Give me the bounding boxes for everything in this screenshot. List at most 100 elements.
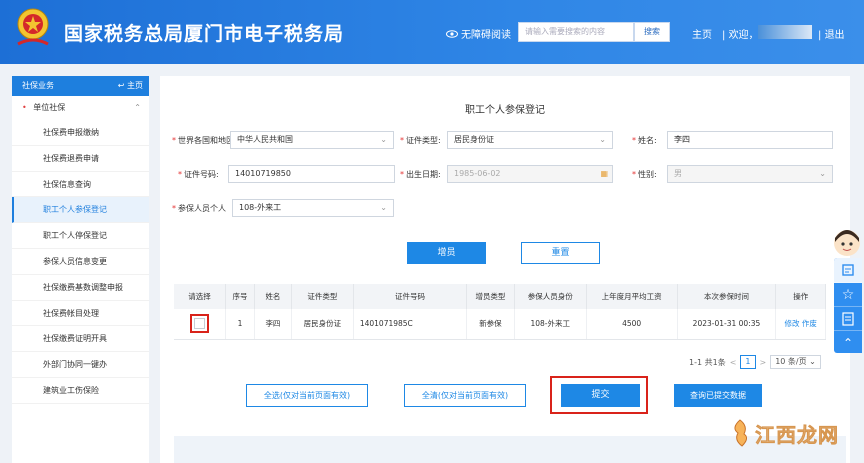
birth-label: 出生日期: xyxy=(406,169,441,179)
id-type-label: 证件类型: xyxy=(406,135,441,145)
float-back-to-top-button[interactable]: ⌃ xyxy=(834,331,862,355)
cell-actions: 修改 作废 xyxy=(775,309,826,340)
logout-link[interactable]: | 退出 xyxy=(818,26,845,41)
sidebar-item[interactable]: 职工个人参保登记 xyxy=(12,197,149,224)
cell-seq: 1 xyxy=(225,309,255,340)
cell-avg-wage: 4500 xyxy=(586,309,678,340)
cell-add-type: 新参保 xyxy=(466,309,515,340)
id-type-select[interactable]: 居民身份证 ⌄ xyxy=(447,131,613,149)
logout-label: 退出 xyxy=(824,30,845,41)
sidebar-item[interactable]: 社保费退费申请 xyxy=(12,146,149,172)
sidebar-item[interactable]: 社保费帐目处理 xyxy=(12,301,149,327)
site-title: 国家税务总局厦门市电子税务局 xyxy=(64,23,345,45)
sidebar-group-unit-social-security[interactable]: • 单位社保 ⌃ xyxy=(12,96,149,120)
nav-home-link[interactable]: 主页 xyxy=(692,26,712,41)
watermark-text: 江西龙网 xyxy=(755,422,839,447)
sidebar-item[interactable]: 社保费申报缴纳 xyxy=(12,120,149,146)
col-id-no: 证件号码 xyxy=(353,284,468,309)
cell-id-type: 居民身份证 xyxy=(291,309,354,340)
col-seq: 序号 xyxy=(225,284,255,309)
birth-date-input[interactable]: 1985-06-02 ▦ xyxy=(447,165,613,183)
page-1-button[interactable]: 1 xyxy=(740,355,756,369)
clear-all-button[interactable]: 全清(仅对当前页面有效) xyxy=(404,384,526,407)
sidebar-item[interactable]: 社保缴费证明开具 xyxy=(12,326,149,353)
float-favorite-button[interactable]: ☆ xyxy=(834,283,862,307)
birth-field-label: * 出生日期: xyxy=(400,165,441,183)
form-icon xyxy=(842,311,854,326)
eye-icon xyxy=(446,29,458,38)
calendar-icon: ▦ xyxy=(600,169,608,178)
reset-button[interactable]: 重置 xyxy=(521,242,600,264)
id-number-input[interactable]: 14010719850 xyxy=(228,165,395,183)
chevron-down-icon: ⌄ xyxy=(599,135,606,144)
star-icon: ☆ xyxy=(841,286,855,303)
sidebar-item[interactable]: 参保人员信息变更 xyxy=(12,249,149,275)
search-input[interactable]: 请输入需要搜索的内容 xyxy=(518,22,634,42)
checkbox-highlight xyxy=(190,314,210,334)
pagination: 1-1 共1条 < 1 > 10 条/页 ⌄ xyxy=(689,354,821,370)
sidebar-item-list: 社保费申报缴纳 社保费退费申请 社保信息查询 职工个人参保登记 职工个人停保登记 参保人员… xyxy=(12,120,149,404)
tax-emblem-logo xyxy=(17,8,49,46)
void-link[interactable]: 作废 xyxy=(802,319,817,328)
bullet-icon: • xyxy=(22,103,27,112)
main-panel: 职工个人参保登记 * 世界各国和地区 中华人民共和国 ⌄ * 证件类型: 居民身… xyxy=(160,76,850,463)
id-no-field-label: * 证件号码: xyxy=(178,165,219,183)
pager-summary: 1-1 共1条 xyxy=(689,357,726,367)
float-chat-button[interactable] xyxy=(834,258,862,283)
next-page-button[interactable]: > xyxy=(760,358,767,367)
sidebar-item[interactable]: 社保信息查询 xyxy=(12,172,149,198)
assistant-avatar-icon[interactable] xyxy=(832,228,862,258)
chevron-up-icon: ⌃ xyxy=(842,336,854,350)
col-actions: 操作 xyxy=(775,284,826,309)
required-mark: * xyxy=(172,135,176,145)
reply-icon: ↩ xyxy=(117,81,125,90)
chevron-down-icon: ⌄ xyxy=(380,203,387,212)
insured-type-label: 参保人员个人 xyxy=(178,203,226,213)
welcome-text: 欢迎， xyxy=(728,30,759,41)
accessibility-link[interactable]: 无障碍阅读 xyxy=(446,26,511,41)
page-size-select[interactable]: 10 条/页 ⌄ xyxy=(770,355,821,369)
page-size-value: 10 条/页 xyxy=(775,357,807,366)
add-member-button[interactable]: 增员 xyxy=(407,242,486,264)
col-select: 请选择 xyxy=(174,284,227,309)
insured-type-select[interactable]: 108-外来工 ⌄ xyxy=(232,199,394,217)
accessibility-label: 无障碍阅读 xyxy=(461,30,511,41)
float-form-button[interactable] xyxy=(834,307,862,331)
float-toolbar: ☆ ⌃ xyxy=(834,258,862,353)
name-input[interactable]: 李四 xyxy=(667,131,833,149)
required-mark: * xyxy=(632,135,636,145)
row-select-cell xyxy=(174,309,227,340)
required-mark: * xyxy=(172,203,176,213)
edit-link[interactable]: 修改 xyxy=(785,319,800,328)
id-type-value: 居民身份证 xyxy=(454,135,494,144)
query-submitted-button[interactable]: 查询已提交数据 xyxy=(674,384,762,407)
sidebar-group-label: 单位社保 xyxy=(33,103,66,112)
prev-page-button[interactable]: < xyxy=(730,358,737,367)
chevron-down-icon: ⌄ xyxy=(380,135,387,144)
enrollment-table: 请选择 序号 姓名 证件类型 证件号码 增员类型 参保人员身份 上年度月平均工资… xyxy=(174,284,826,340)
country-select[interactable]: 中华人民共和国 ⌄ xyxy=(230,131,394,149)
col-identity: 参保人员身份 xyxy=(514,284,587,309)
sidebar-item[interactable]: 社保缴费基数调整申报 xyxy=(12,275,149,301)
required-mark: * xyxy=(632,169,636,179)
gender-label: 性别: xyxy=(638,169,657,179)
sidebar-home-link[interactable]: ↩ 主页 xyxy=(118,76,143,96)
id-type-field-label: * 证件类型: xyxy=(400,131,441,149)
cell-name: 李四 xyxy=(254,309,293,340)
sidebar-item[interactable]: 外部门协同一键办 xyxy=(12,352,149,378)
chevron-down-icon: ⌄ xyxy=(819,169,826,178)
select-all-button[interactable]: 全选(仅对当前页面有效) xyxy=(246,384,368,407)
gender-select[interactable]: 男 ⌄ xyxy=(667,165,833,183)
sidebar-item[interactable]: 职工个人停保登记 xyxy=(12,223,149,249)
cell-id-no: 1401071985C xyxy=(353,309,468,340)
sidebar-item[interactable]: 建筑业工伤保险 xyxy=(12,378,149,404)
sidebar-header-title: 社保业务 xyxy=(22,81,54,90)
row-checkbox[interactable] xyxy=(194,318,206,330)
col-avg-wage: 上年度月平均工资 xyxy=(586,284,678,309)
submit-button[interactable]: 提交 xyxy=(561,384,640,407)
country-value: 中华人民共和国 xyxy=(237,135,293,144)
search-button[interactable]: 搜索 xyxy=(634,22,670,42)
col-id-type: 证件类型 xyxy=(291,284,354,309)
id-no-label: 证件号码: xyxy=(184,169,219,179)
required-mark: * xyxy=(400,135,404,145)
